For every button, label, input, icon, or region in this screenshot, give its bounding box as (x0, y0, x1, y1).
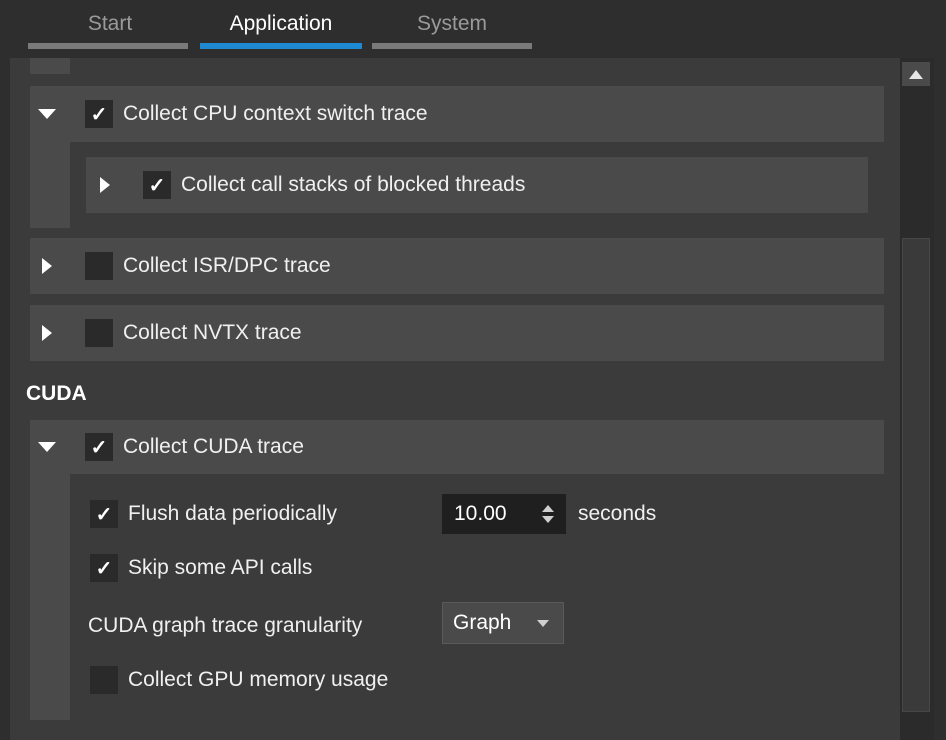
isr-dpc-row[interactable]: Collect ISR/DPC trace (30, 238, 884, 294)
graph-granularity-dropdown[interactable]: Graph (442, 602, 564, 644)
flush-interval-value: 10.00 (454, 502, 507, 525)
checkmark-icon: ✓ (148, 174, 166, 197)
blocked-threads-checkbox[interactable]: ✓ (143, 171, 171, 199)
nvtx-row[interactable]: Collect NVTX trace (30, 305, 884, 361)
expand-arrow-icon[interactable] (94, 174, 116, 196)
cpu-context-switch-label: Collect CPU context switch trace (123, 102, 428, 125)
scrollbar-thumb[interactable] (902, 238, 930, 712)
graph-granularity-selected: Graph (453, 611, 512, 634)
spin-arrows-icon[interactable] (536, 500, 560, 528)
expand-arrow-icon[interactable] (36, 255, 58, 277)
tab-system-underline (372, 43, 532, 49)
isr-dpc-checkbox[interactable] (85, 252, 113, 280)
nvtx-label: Collect NVTX trace (123, 321, 302, 344)
expand-arrow-icon[interactable] (36, 103, 58, 125)
checkmark-icon: ✓ (95, 557, 113, 580)
flush-interval-spinbox[interactable]: 10.00 (442, 494, 566, 534)
flush-data-checkbox[interactable]: ✓ (90, 500, 118, 528)
cuda-trace-label: Collect CUDA trace (123, 435, 304, 458)
skip-api-checkbox[interactable]: ✓ (90, 554, 118, 582)
blocked-threads-row[interactable]: ✓ Collect call stacks of blocked threads (86, 157, 868, 213)
checkmark-icon: ✓ (95, 503, 113, 526)
blocked-threads-label: Collect call stacks of blocked threads (181, 173, 526, 196)
cpu-context-switch-row[interactable]: ✓ Collect CPU context switch trace (30, 86, 884, 142)
tab-application-underline (200, 43, 362, 49)
tab-application-label: Application (229, 12, 333, 35)
tab-system-label: System (416, 12, 487, 35)
skip-api-label: Skip some API calls (128, 556, 313, 579)
nvtx-checkbox[interactable] (85, 319, 113, 347)
flush-interval-unit: seconds (578, 502, 657, 525)
gpu-memory-label: Collect GPU memory usage (128, 668, 389, 691)
cuda-trace-checkbox[interactable]: ✓ (85, 433, 113, 461)
tab-bar: Start Application System (0, 0, 946, 58)
scroll-up-arrow-icon[interactable] (902, 62, 930, 86)
settings-panel: ✓ Collect CPU context switch trace ✓ Col… (10, 58, 900, 740)
cuda-section-title: CUDA (26, 382, 87, 405)
checkmark-icon: ✓ (90, 103, 108, 126)
expand-arrow-icon[interactable] (36, 436, 58, 458)
chevron-down-icon (537, 619, 549, 627)
cpu-context-switch-checkbox[interactable]: ✓ (85, 100, 113, 128)
tab-start-underline (28, 43, 188, 49)
expand-arrow-icon[interactable] (36, 322, 58, 344)
gpu-memory-checkbox[interactable] (90, 666, 118, 694)
flush-data-label: Flush data periodically (128, 502, 337, 525)
graph-granularity-label: CUDA graph trace granularity (88, 614, 363, 637)
cuda-trace-row[interactable]: ✓ Collect CUDA trace (30, 420, 884, 474)
checkmark-icon: ✓ (90, 436, 108, 459)
isr-dpc-label: Collect ISR/DPC trace (123, 254, 331, 277)
tab-start-label: Start (87, 12, 133, 35)
previous-group-edge (30, 58, 70, 74)
